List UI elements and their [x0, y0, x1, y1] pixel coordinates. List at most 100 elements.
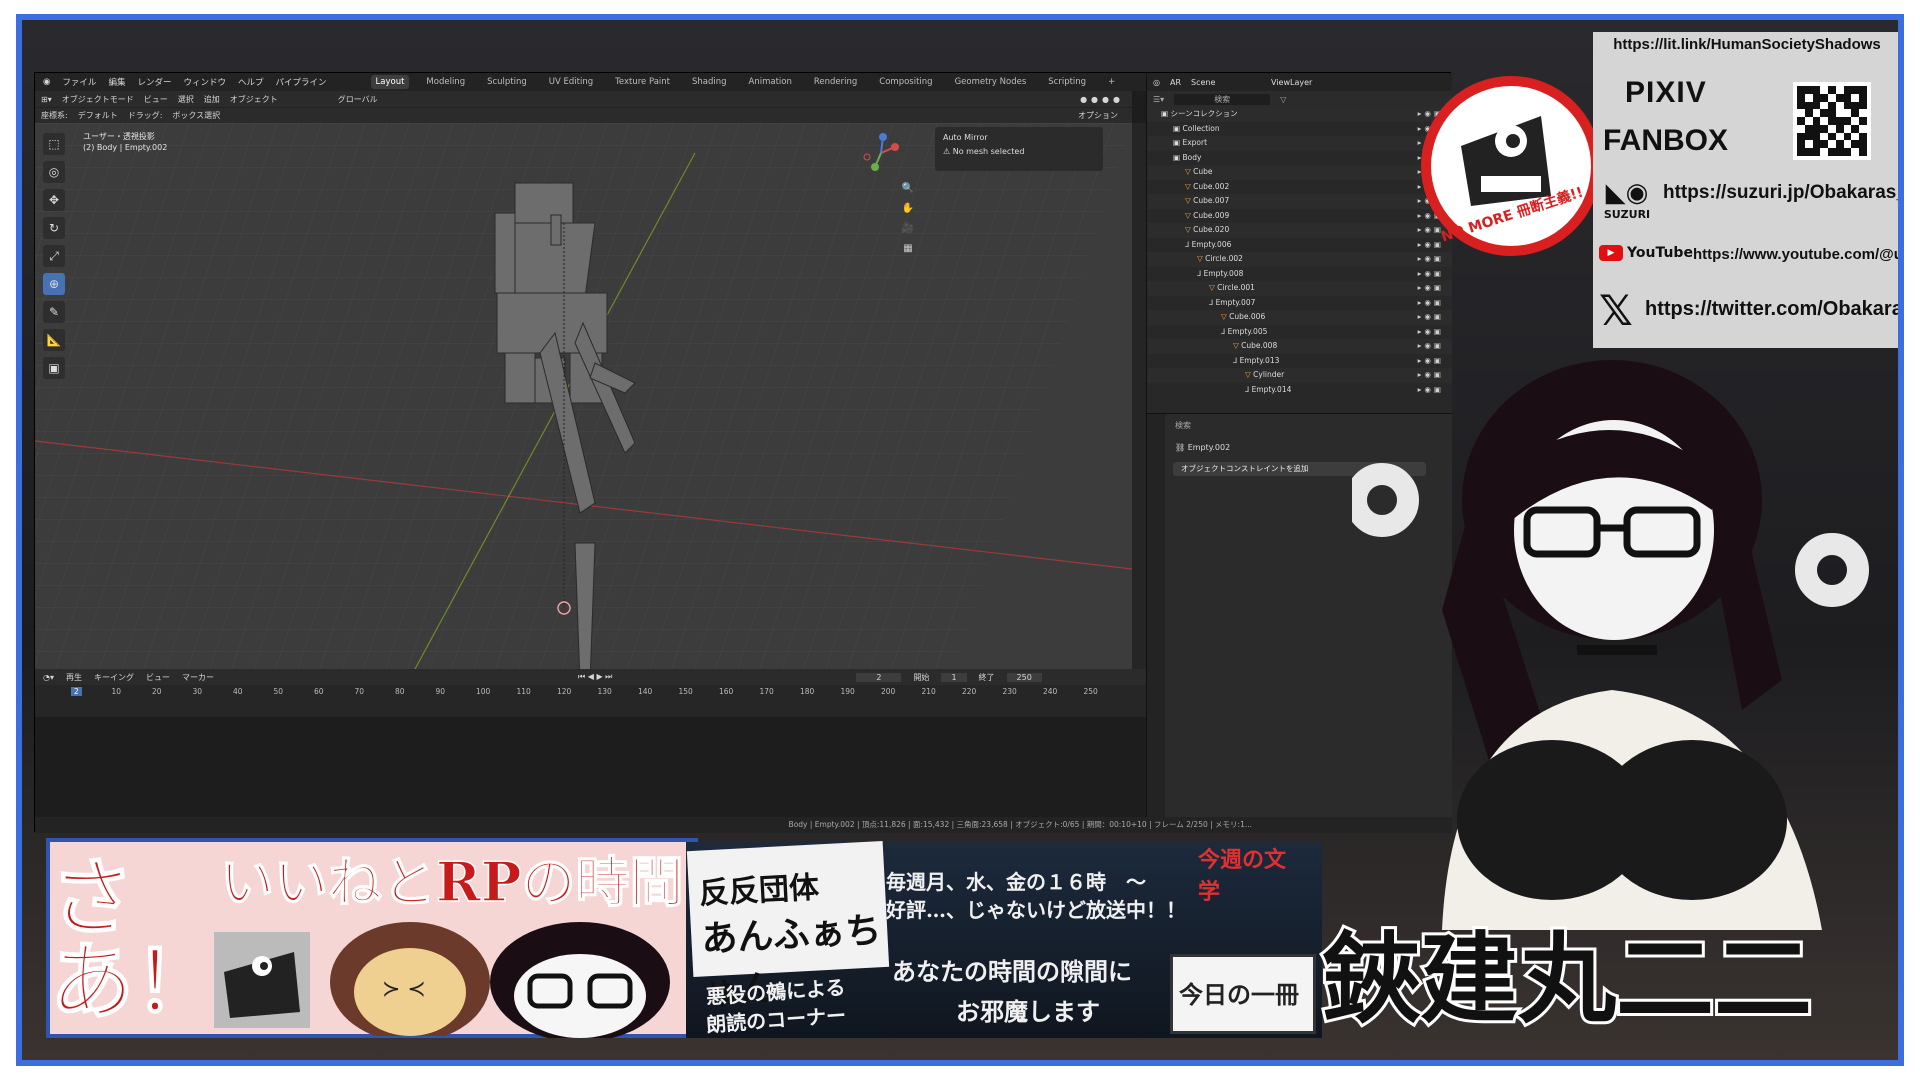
tab-texture-paint[interactable]: Texture Paint: [610, 75, 675, 89]
move-tool-icon[interactable]: ✥: [43, 189, 65, 211]
twitter-link[interactable]: https://twitter.com/Obakaras_1212: [1645, 298, 1898, 321]
menu-edit[interactable]: 編集: [108, 76, 125, 88]
ruler-tick: 130: [597, 687, 612, 696]
transform-orientation-dropdown[interactable]: グローバル: [338, 94, 378, 105]
editor-type-icon[interactable]: ⊞▾: [41, 95, 52, 104]
scale-tool-icon[interactable]: ⤢: [43, 245, 65, 267]
outliner-row[interactable]: ⅃ Empty.008 ▸◉▣: [1147, 267, 1452, 282]
pan-hand-icon[interactable]: ✋: [901, 203, 915, 217]
end-frame-field[interactable]: 250: [1006, 672, 1042, 682]
visibility-icons[interactable]: ▸◉▣: [1418, 325, 1444, 340]
add-cube-tool-icon[interactable]: ▣: [43, 357, 65, 379]
tab-animation[interactable]: Animation: [744, 75, 797, 89]
measure-tool-icon[interactable]: 📐: [43, 329, 65, 351]
playback-controls[interactable]: ⏮ ◀ ▶ ⏭: [578, 672, 612, 682]
shading-buttons[interactable]: ●●●●: [1080, 95, 1132, 104]
outliner-row[interactable]: ▽ Cube.006 ▸◉▣: [1147, 310, 1452, 325]
frame-ruler[interactable]: 2 10 20 30 40 50 60 70 80 90 100 110 120 130 140 150 160…: [35, 685, 1146, 699]
outliner-row[interactable]: ▣ Body▸◉▣: [1147, 151, 1452, 166]
menu-file[interactable]: ファイル: [62, 76, 96, 88]
scene-dropdown[interactable]: Scene: [1191, 78, 1261, 87]
outliner-row[interactable]: ⅃ Empty.006 ▸◉▣: [1147, 238, 1452, 253]
auto-mirror-title[interactable]: Auto Mirror: [943, 131, 1095, 145]
menu-view[interactable]: ビュー: [144, 94, 168, 105]
menu-help[interactable]: ヘルプ: [238, 76, 264, 88]
tab-shading[interactable]: Shading: [687, 75, 732, 89]
blender-logo-icon[interactable]: ◉: [43, 77, 50, 87]
tab-sculpting[interactable]: Sculpting: [482, 75, 532, 89]
filter-icon[interactable]: ▽: [1280, 95, 1286, 104]
add-workspace-button[interactable]: +: [1103, 75, 1120, 89]
outliner-row[interactable]: ▽ Circle.001 ▸◉▣: [1147, 281, 1452, 296]
outliner-row[interactable]: ▽ Cube.007▸◉▣: [1147, 194, 1452, 209]
zoom-icon[interactable]: 🔍: [901, 183, 915, 197]
props-search[interactable]: 検索: [1175, 421, 1191, 430]
orientation-dropdown[interactable]: デフォルト: [78, 110, 118, 121]
sidebar-tabs[interactable]: [1132, 123, 1146, 669]
menu-render[interactable]: レンダー: [137, 76, 171, 88]
rotate-tool-icon[interactable]: ↻: [43, 217, 65, 239]
outliner-row-label: Empty.014: [1251, 384, 1292, 394]
visibility-icons[interactable]: ▸◉▣: [1418, 310, 1444, 325]
outliner-search-input[interactable]: 検索: [1174, 93, 1271, 105]
display-mode-icon[interactable]: ☰▾: [1153, 95, 1164, 104]
outliner-row[interactable]: ⅃ Empty.007 ▸◉▣: [1147, 296, 1452, 311]
outliner-row[interactable]: ▣ シーンコレクション ▸◉▣: [1147, 107, 1452, 122]
mode-dropdown[interactable]: オブジェクトモード: [62, 94, 134, 105]
options-dropdown[interactable]: オプション: [1078, 110, 1132, 121]
timeline-editor-icon[interactable]: ◔▾: [43, 673, 54, 682]
ruler-tick: 170: [759, 687, 774, 696]
litlink-url[interactable]: https://lit.link/HumanSocietyShadows: [1593, 36, 1898, 53]
outliner-row[interactable]: ▽ Cube.009 ▸◉▣: [1147, 209, 1452, 224]
menu-select[interactable]: 選択: [178, 94, 194, 105]
ar-dropdown[interactable]: AR: [1170, 78, 1181, 87]
visibility-icons[interactable]: ▸◉▣: [1418, 296, 1444, 311]
menu-object[interactable]: オブジェクト: [230, 94, 278, 105]
3d-viewport[interactable]: ⬚ ◎ ✥ ↻ ⤢ ⊕ ✎ 📐 ▣ ユーザー・透視投影 (2) Body | E…: [35, 123, 1132, 669]
tab-layout[interactable]: Layout: [370, 75, 410, 89]
outliner-row[interactable]: ▽ Circle.002 ▸◉▣: [1147, 252, 1452, 267]
tab-uv-editing[interactable]: UV Editing: [544, 75, 598, 89]
timeline-view-menu[interactable]: ビュー: [146, 672, 170, 683]
outliner-row[interactable]: ▽ Cube.002▸◉▣: [1147, 180, 1452, 195]
playback-menu[interactable]: 再生: [66, 672, 82, 683]
tab-rendering[interactable]: Rendering: [809, 75, 862, 89]
properties-tabs[interactable]: [1147, 414, 1165, 817]
keying-menu[interactable]: キーイング: [94, 672, 134, 683]
menu-window[interactable]: ウィンドウ: [183, 76, 226, 88]
start-frame-field[interactable]: 1: [941, 672, 967, 682]
outliner-row[interactable]: ▽ Cube.020 ▸◉▣: [1147, 223, 1452, 238]
outliner-editor-icon[interactable]: ◎: [1153, 78, 1160, 87]
outliner-row[interactable]: ▽ Cube▸◉▣: [1147, 165, 1452, 180]
menu-pipeline[interactable]: パイプライン: [276, 76, 327, 88]
annotate-tool-icon[interactable]: ✎: [43, 301, 65, 323]
no-more-badge: NO MORE 冊断主義!!: [1421, 76, 1601, 256]
outliner-row[interactable]: ▣ Export▸◉▣: [1147, 136, 1452, 151]
outliner-row[interactable]: ⅃ Empty.005 ▸◉▣: [1147, 325, 1452, 340]
cursor-tool-icon[interactable]: ◎: [43, 161, 65, 183]
viewlayer-dropdown[interactable]: ViewLayer: [1271, 78, 1312, 87]
visibility-icons[interactable]: ▸◉▣: [1418, 252, 1444, 267]
navigation-gizmo[interactable]: [861, 133, 901, 173]
menu-add[interactable]: 追加: [204, 94, 220, 105]
tab-geometry-nodes[interactable]: Geometry Nodes: [950, 75, 1032, 89]
drag-mode-dropdown[interactable]: ボックス選択: [172, 110, 220, 121]
tab-compositing[interactable]: Compositing: [874, 75, 937, 89]
current-frame-field[interactable]: 2: [856, 672, 902, 682]
suzuri-link[interactable]: https://suzuri.jp/Obakaras_1212: [1663, 182, 1898, 204]
tab-scripting[interactable]: Scripting: [1043, 75, 1091, 89]
ruler-tick: 120: [557, 687, 572, 696]
camera-icon[interactable]: 🎥: [901, 223, 915, 237]
banner-big-text: さあ！: [49, 848, 219, 1031]
tab-modeling[interactable]: Modeling: [421, 75, 470, 89]
outliner-row-label: シーンコレクション: [1170, 109, 1238, 118]
visibility-icons[interactable]: ▸◉▣: [1418, 281, 1444, 296]
transform-tool-icon[interactable]: ⊕: [43, 273, 65, 295]
select-box-icon[interactable]: ⬚: [43, 133, 65, 155]
qr-code[interactable]: [1793, 82, 1871, 160]
visibility-icons[interactable]: ▸◉▣: [1418, 267, 1444, 282]
outliner-row[interactable]: ▣ Collection▸◉▣: [1147, 122, 1452, 137]
marker-menu[interactable]: マーカー: [182, 672, 214, 683]
youtube-link[interactable]: https://www.youtube.com/@unfortunate_gua…: [1693, 246, 1898, 263]
grid-view-icon[interactable]: ▦: [901, 243, 915, 257]
